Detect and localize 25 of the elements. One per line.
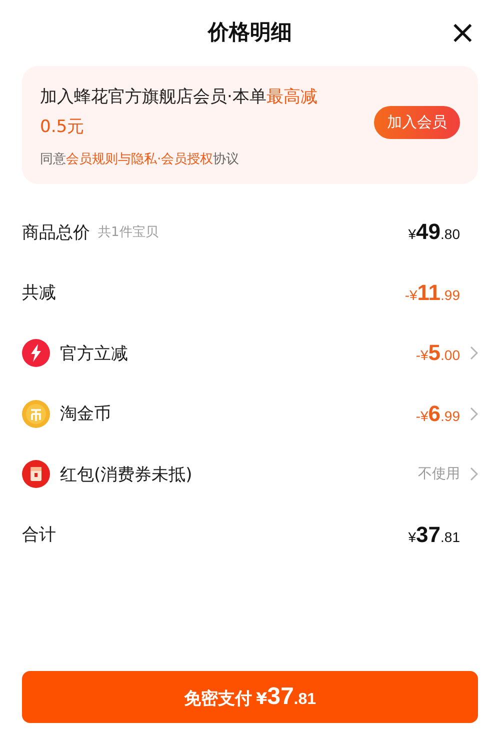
row-label: 官方立减 (60, 342, 128, 365)
chevron-right-icon[interactable] (470, 406, 478, 421)
price-value: -¥11.99 (404, 280, 460, 306)
price-value: ¥49.80 (408, 219, 460, 246)
envelope-icon (22, 460, 50, 488)
row-label: 商品总价 (22, 222, 90, 244)
join-member-button[interactable]: 加入会员 (374, 106, 460, 138)
price-value: ¥37.81 (408, 522, 460, 548)
pay-button[interactable]: 免密支付 ¥37.81 (22, 671, 478, 723)
sheet-title: 价格明细 (208, 19, 292, 46)
agreement-text: 同意会员规则与隐私·会员授权协议 (40, 151, 240, 168)
coin-icon (22, 400, 50, 428)
lightning-icon (22, 339, 50, 368)
row-label: 共减 (22, 282, 56, 304)
row-label: 合计 (22, 524, 56, 546)
chevron-right-icon[interactable] (470, 346, 478, 360)
membership-offer: 加入蜂花官方旗舰店会员·本单最高减0.5元 (40, 86, 318, 139)
chevron-right-icon[interactable] (470, 467, 478, 482)
price-value: -¥6.99 (416, 400, 460, 427)
row-value[interactable]: 不使用 (418, 465, 460, 484)
close-button[interactable]: × (447, 16, 478, 48)
row-label: 淘金币 (60, 403, 111, 426)
row-label: 红包(消费券未抵) (60, 464, 192, 486)
price-value: -¥5.00 (416, 340, 460, 366)
item-count: 共1件宝贝 (98, 224, 158, 242)
